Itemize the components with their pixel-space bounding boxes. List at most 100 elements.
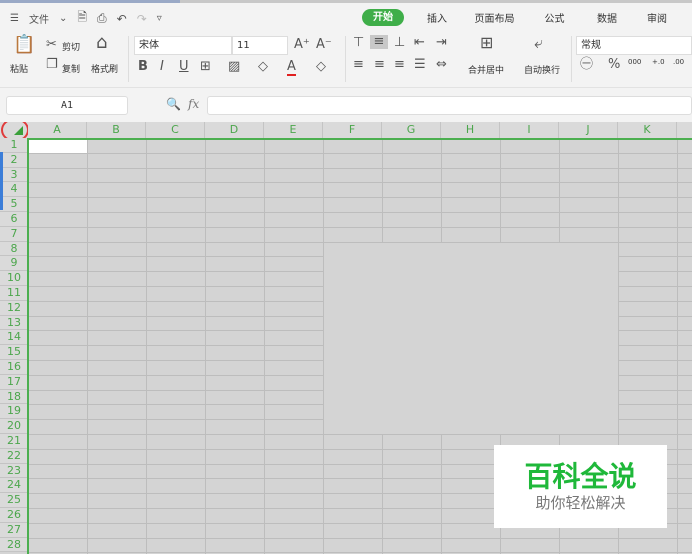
column-header-B[interactable]: B — [87, 122, 146, 138]
row-header-24[interactable]: 24 — [0, 478, 28, 494]
column-header-A[interactable]: A — [28, 122, 87, 138]
file-menu[interactable]: 文件 — [29, 11, 49, 26]
active-cell-a1[interactable] — [29, 140, 87, 153]
font-size-select[interactable]: 11 — [232, 36, 288, 55]
row-header-21[interactable]: 21 — [0, 434, 28, 449]
row-header-6[interactable]: 6 — [0, 212, 28, 227]
distributed-icon[interactable]: ⇔ — [436, 58, 447, 72]
row-header-10[interactable]: 10 — [0, 271, 28, 286]
row-header-12[interactable]: 12 — [0, 300, 28, 316]
row-header-15[interactable]: 15 — [0, 345, 28, 360]
justify-icon[interactable]: ☰ — [414, 58, 426, 72]
align-middle-icon[interactable]: ≡ — [370, 35, 388, 49]
row-header-17[interactable]: 17 — [0, 374, 28, 390]
font-name-select[interactable]: 宋体 — [134, 36, 232, 55]
column-header-G[interactable]: G — [382, 122, 441, 138]
chevron-down-icon[interactable]: ⌄ — [59, 13, 67, 24]
number-format-select[interactable]: 常规 — [576, 36, 692, 55]
font-color-icon[interactable]: A — [287, 60, 296, 76]
tab-view[interactable]: 视图 — [682, 10, 692, 25]
underline-icon[interactable]: U — [179, 60, 189, 74]
align-right-icon[interactable]: ≡ — [394, 58, 405, 72]
decrease-font-icon[interactable]: A⁻ — [316, 38, 332, 52]
bold-icon[interactable]: B — [138, 60, 148, 74]
row-header-19[interactable]: 19 — [0, 404, 28, 420]
row-header-14[interactable]: 14 — [0, 330, 28, 346]
paste-button[interactable]: 粘贴 — [10, 62, 28, 75]
menu-icon[interactable]: ☰ — [10, 13, 19, 24]
row-header-23[interactable]: 23 — [0, 463, 28, 479]
borders-icon[interactable]: ⊞ — [200, 60, 211, 74]
decrease-decimal-button[interactable]: .00 — [673, 58, 684, 66]
name-box[interactable]: A1 — [6, 96, 128, 115]
wrap-text-button[interactable]: 自动换行 — [524, 63, 560, 76]
scissors-icon: ✂ — [46, 37, 57, 52]
save-icon[interactable]: 🗎 — [77, 8, 87, 29]
fill-color-icon[interactable]: ◇ — [258, 60, 268, 74]
formula-input[interactable] — [207, 96, 692, 115]
cut-button[interactable]: 剪切 — [62, 40, 80, 53]
row-header-9[interactable]: 9 — [0, 256, 28, 272]
undo-icon[interactable]: ↶ — [117, 12, 127, 26]
row-header-5[interactable]: 5 — [0, 197, 28, 212]
clear-icon[interactable]: ◇ — [316, 60, 326, 74]
align-top-icon[interactable]: ⊤ — [353, 36, 364, 50]
percent-button[interactable]: % — [608, 58, 620, 72]
row-header-4[interactable]: 4 — [0, 182, 28, 198]
row-header-7[interactable]: 7 — [0, 226, 28, 242]
tab-review[interactable]: 审阅 — [632, 10, 682, 25]
tab-formulas[interactable]: 公式 — [527, 10, 582, 25]
increase-indent-icon[interactable]: ⇥ — [436, 36, 447, 50]
redo-icon[interactable]: ↷ — [137, 12, 147, 26]
column-header-E[interactable]: E — [264, 122, 323, 138]
column-header-D[interactable]: D — [205, 122, 264, 138]
zoom-search-icon[interactable]: 🔍 — [166, 97, 181, 111]
tab-page-layout[interactable]: 页面布局 — [462, 10, 527, 25]
row-header-27[interactable]: 27 — [0, 522, 28, 538]
column-header-I[interactable]: I — [500, 122, 559, 138]
window-top-strip — [0, 0, 692, 3]
column-header-K[interactable]: K — [618, 122, 677, 138]
decrease-indent-icon[interactable]: ⇤ — [414, 36, 425, 50]
tab-home[interactable]: 开始 — [362, 9, 404, 26]
row-header-1[interactable]: 1 — [0, 138, 28, 153]
row-header-25[interactable]: 25 — [0, 493, 28, 508]
copy-button[interactable]: 复制 — [62, 62, 80, 75]
row-header-20[interactable]: 20 — [0, 419, 28, 434]
row-header-13[interactable]: 13 — [0, 315, 28, 331]
align-left-icon[interactable]: ≡ — [353, 58, 364, 72]
row-header-18[interactable]: 18 — [0, 389, 28, 405]
paste-icon[interactable]: 📋 — [13, 36, 35, 54]
merge-center-button[interactable]: 合并居中 — [468, 63, 504, 76]
row-header-3[interactable]: 3 — [0, 167, 28, 183]
row-header-11[interactable]: 11 — [0, 286, 28, 301]
row-header-28[interactable]: 28 — [0, 537, 28, 553]
align-bottom-icon[interactable]: ⊥ — [394, 36, 405, 50]
tab-insert[interactable]: 插入 — [412, 10, 462, 25]
fx-icon[interactable]: fx — [188, 97, 199, 111]
tab-data[interactable]: 数据 — [582, 10, 632, 25]
column-header[interactable] — [677, 122, 692, 138]
customize-icon[interactable]: ▿ — [157, 13, 162, 24]
column-header-F[interactable]: F — [323, 122, 382, 138]
selection-left-border — [27, 138, 29, 554]
column-header-C[interactable]: C — [146, 122, 205, 138]
print-icon[interactable]: ⎙ — [97, 11, 107, 26]
format-painter-button[interactable]: 格式刷 — [91, 62, 118, 75]
row-header-8[interactable]: 8 — [0, 241, 28, 257]
cell-style-icon[interactable]: ▨ — [228, 60, 240, 74]
column-header-H[interactable]: H — [441, 122, 500, 138]
italic-icon[interactable]: I — [160, 60, 164, 74]
row-header-2[interactable]: 2 — [0, 152, 28, 168]
grid-line — [28, 226, 692, 228]
currency-icon[interactable]: ㊀ — [580, 58, 593, 72]
thousands-button[interactable]: 000 — [628, 58, 641, 66]
watermark: 百科全说 助你轻松解决 — [494, 445, 667, 528]
row-header-22[interactable]: 22 — [0, 448, 28, 464]
increase-decimal-button[interactable]: +.0 — [652, 58, 665, 66]
align-center-icon[interactable]: ≡ — [374, 58, 385, 72]
row-header-16[interactable]: 16 — [0, 360, 28, 375]
column-header-J[interactable]: J — [559, 122, 618, 138]
increase-font-icon[interactable]: A⁺ — [294, 38, 310, 52]
row-header-26[interactable]: 26 — [0, 508, 28, 523]
